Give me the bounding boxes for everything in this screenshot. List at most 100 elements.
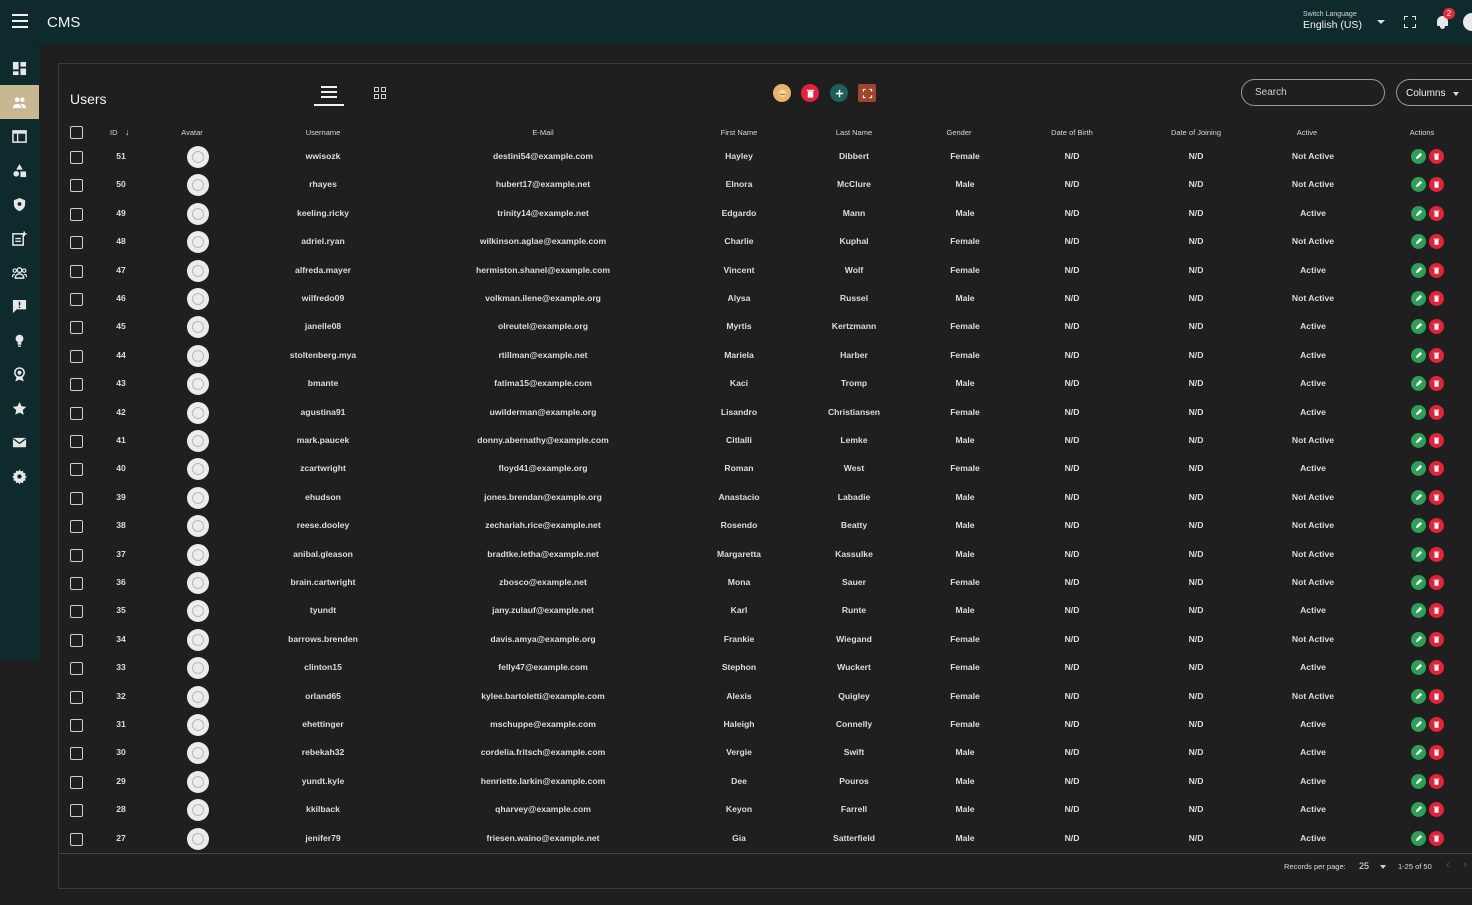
- row-checkbox[interactable]: [70, 406, 83, 420]
- fullscreen-icon[interactable]: [1404, 16, 1416, 28]
- row-checkbox[interactable]: [70, 207, 83, 221]
- language-caret-icon[interactable]: [1377, 20, 1385, 24]
- sidebar-item-posts[interactable]: [0, 221, 39, 255]
- columns-button[interactable]: Columns: [1396, 79, 1472, 106]
- sidebar-item-users[interactable]: [0, 85, 39, 119]
- row-checkbox[interactable]: [70, 349, 83, 363]
- delete-button[interactable]: [1429, 489, 1444, 505]
- delete-button[interactable]: [1429, 404, 1444, 420]
- edit-button[interactable]: [1411, 433, 1426, 448]
- header-username[interactable]: Username: [306, 128, 341, 137]
- search-input[interactable]: [1241, 79, 1385, 106]
- sidebar-item-settings[interactable]: [0, 459, 39, 493]
- row-checkbox[interactable]: [70, 236, 83, 250]
- delete-button[interactable]: [1429, 688, 1444, 704]
- header-id[interactable]: ID: [110, 128, 118, 137]
- header-active[interactable]: Active: [1297, 128, 1317, 137]
- row-checkbox[interactable]: [70, 577, 83, 590]
- user-avatar[interactable]: [1463, 13, 1472, 31]
- delete-button[interactable]: [1429, 433, 1444, 448]
- delete-button[interactable]: [1429, 291, 1444, 306]
- edit-button[interactable]: [1411, 319, 1426, 335]
- row-checkbox[interactable]: [70, 179, 83, 193]
- row-checkbox[interactable]: [70, 690, 83, 704]
- edit-button[interactable]: [1411, 603, 1426, 619]
- edit-button[interactable]: [1411, 802, 1426, 818]
- edit-button[interactable]: [1411, 489, 1426, 505]
- row-checkbox[interactable]: [70, 463, 83, 477]
- sidebar-item-table[interactable]: [0, 119, 39, 153]
- export-button[interactable]: [858, 84, 876, 102]
- row-checkbox[interactable]: [70, 548, 83, 562]
- edit-button[interactable]: [1411, 205, 1426, 221]
- row-checkbox[interactable]: [70, 719, 83, 732]
- row-checkbox[interactable]: [70, 293, 83, 306]
- row-checkbox[interactable]: [70, 775, 83, 789]
- row-checkbox[interactable]: [70, 264, 83, 278]
- edit-button[interactable]: [1411, 773, 1426, 789]
- delete-button[interactable]: [1429, 717, 1444, 732]
- edit-button[interactable]: [1411, 234, 1426, 250]
- delete-button[interactable]: [1429, 802, 1444, 818]
- delete-button[interactable]: [1429, 518, 1444, 534]
- row-checkbox[interactable]: [70, 605, 83, 619]
- language-switcher[interactable]: Switch Language English (US): [1303, 11, 1362, 31]
- sidebar-item-ideas[interactable]: [0, 323, 39, 357]
- sidebar-item-awards[interactable]: [0, 357, 39, 391]
- row-checkbox[interactable]: [70, 832, 83, 846]
- bulk-delete-button[interactable]: [801, 84, 819, 102]
- header-last-name[interactable]: Last Name: [836, 128, 872, 137]
- row-checkbox[interactable]: [70, 747, 83, 761]
- edit-button[interactable]: [1411, 660, 1426, 676]
- sidebar-item-shapes[interactable]: [0, 153, 39, 187]
- row-checkbox[interactable]: [70, 633, 83, 647]
- edit-button[interactable]: [1411, 631, 1426, 647]
- row-checkbox[interactable]: [70, 378, 83, 392]
- edit-button[interactable]: [1411, 830, 1426, 846]
- sidebar-item-groups[interactable]: [0, 255, 39, 289]
- next-page-icon[interactable]: ›: [1463, 859, 1467, 871]
- menu-icon[interactable]: [12, 14, 28, 30]
- delete-button[interactable]: [1429, 149, 1444, 164]
- row-checkbox[interactable]: [70, 520, 83, 534]
- header-date-of-joining[interactable]: Date of Joining: [1171, 128, 1221, 137]
- delete-button[interactable]: [1429, 546, 1444, 562]
- sidebar-item-featured[interactable]: [0, 391, 39, 425]
- edit-button[interactable]: [1411, 717, 1426, 732]
- records-per-page-caret-icon[interactable]: [1380, 865, 1386, 869]
- select-all-checkbox[interactable]: [70, 126, 83, 139]
- edit-button[interactable]: [1411, 262, 1426, 278]
- header-first-name[interactable]: First Name: [721, 128, 758, 137]
- row-checkbox[interactable]: [70, 662, 83, 676]
- sidebar-item-comments[interactable]: [0, 289, 39, 323]
- edit-button[interactable]: [1411, 575, 1426, 590]
- edit-button[interactable]: [1411, 461, 1426, 477]
- edit-button[interactable]: [1411, 177, 1426, 193]
- delete-button[interactable]: [1429, 745, 1444, 761]
- delete-button[interactable]: [1429, 773, 1444, 789]
- header-email[interactable]: E-Mail: [532, 128, 553, 137]
- row-checkbox[interactable]: [70, 491, 83, 505]
- header-date-of-birth[interactable]: Date of Birth: [1051, 128, 1093, 137]
- delete-button[interactable]: [1429, 631, 1444, 647]
- delete-button[interactable]: [1429, 376, 1444, 392]
- delete-button[interactable]: [1429, 234, 1444, 250]
- sidebar-item-mail[interactable]: [0, 425, 39, 459]
- edit-button[interactable]: [1411, 745, 1426, 761]
- delete-button[interactable]: [1429, 575, 1444, 590]
- delete-button[interactable]: [1429, 461, 1444, 477]
- delete-button[interactable]: [1429, 262, 1444, 278]
- row-checkbox[interactable]: [70, 435, 83, 448]
- delete-button[interactable]: [1429, 177, 1444, 193]
- edit-button[interactable]: [1411, 149, 1426, 164]
- row-checkbox[interactable]: [70, 321, 83, 335]
- edit-button[interactable]: [1411, 546, 1426, 562]
- edit-button[interactable]: [1411, 347, 1426, 363]
- delete-button[interactable]: [1429, 603, 1444, 619]
- edit-button[interactable]: [1411, 376, 1426, 392]
- edit-button[interactable]: [1411, 688, 1426, 704]
- sort-desc-icon[interactable]: ↓: [125, 127, 130, 137]
- delete-button[interactable]: [1429, 319, 1444, 335]
- header-gender[interactable]: Gender: [946, 128, 971, 137]
- delete-button[interactable]: [1429, 205, 1444, 221]
